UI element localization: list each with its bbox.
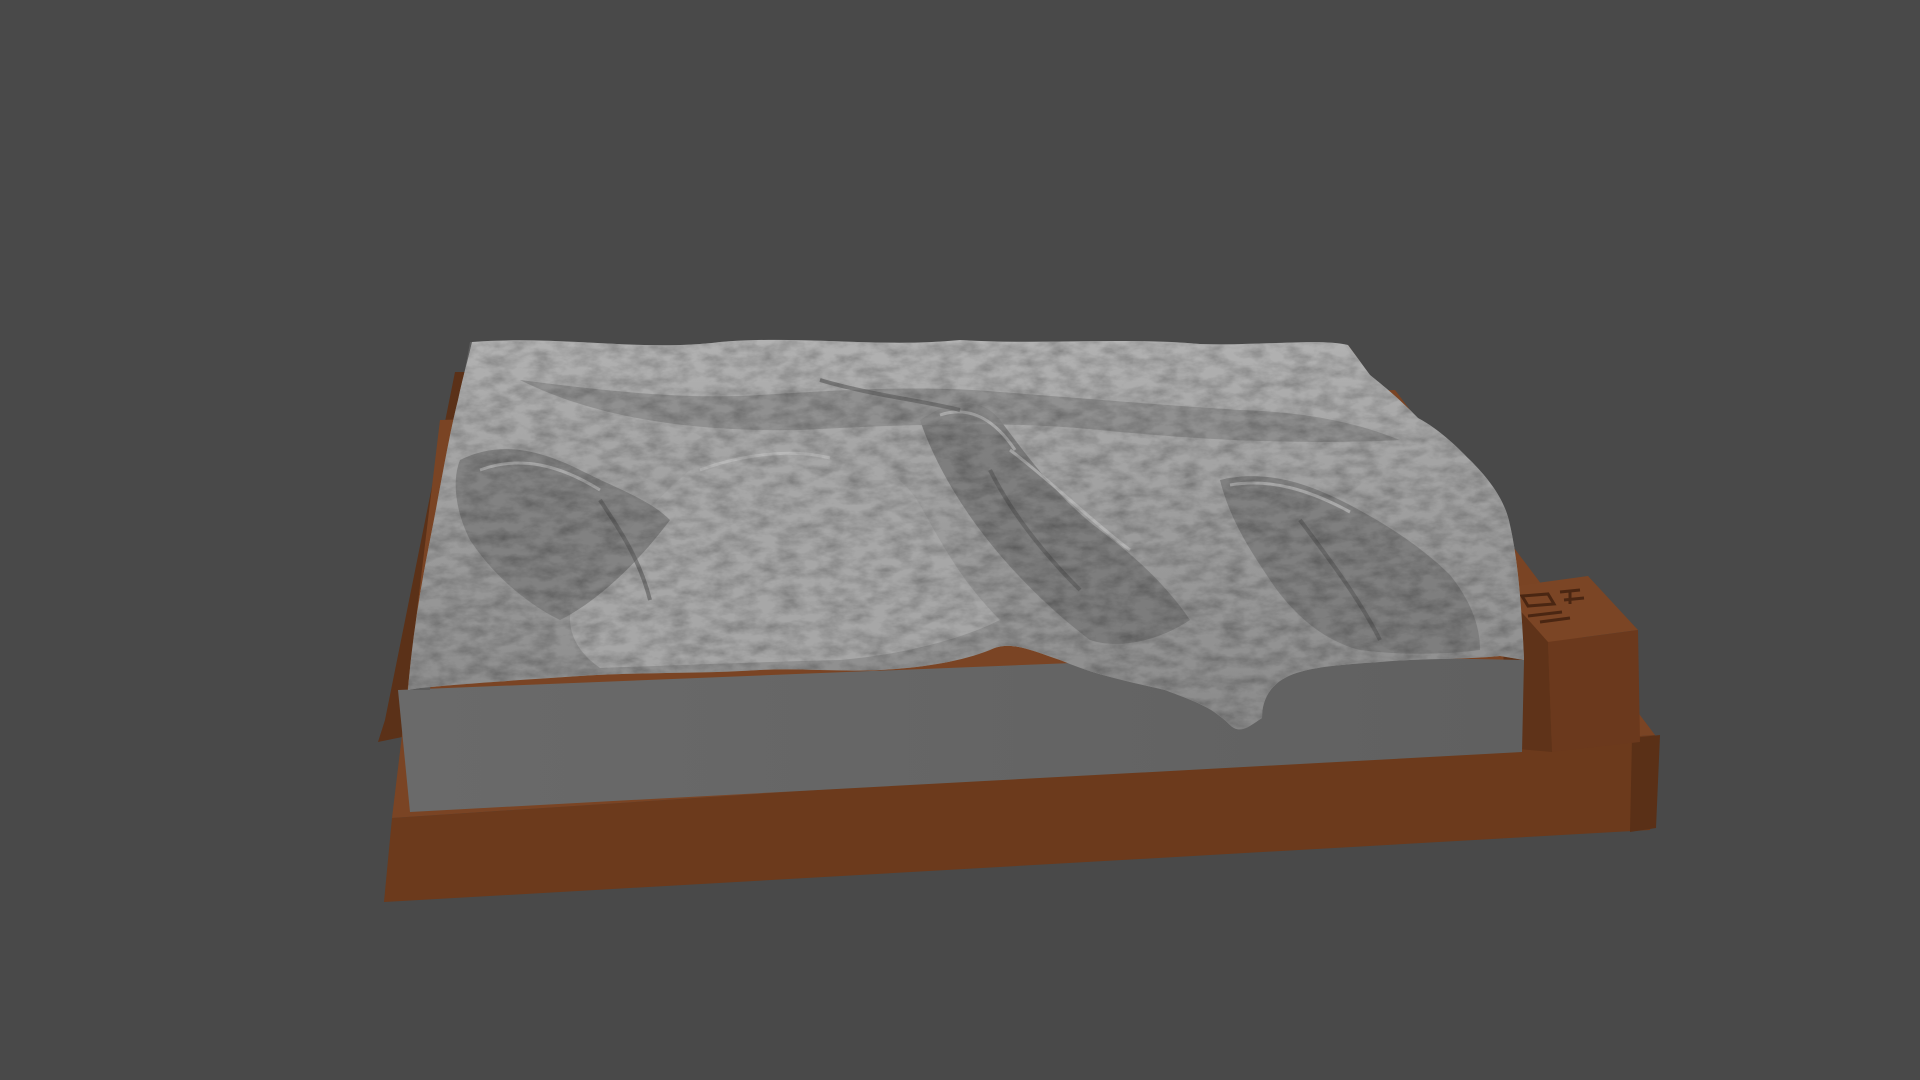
3d-viewport[interactable]: [0, 0, 1920, 1080]
terrain-model-render: [378, 339, 1660, 902]
label-block-front: [1548, 630, 1640, 752]
base-right-end: [1630, 735, 1660, 832]
